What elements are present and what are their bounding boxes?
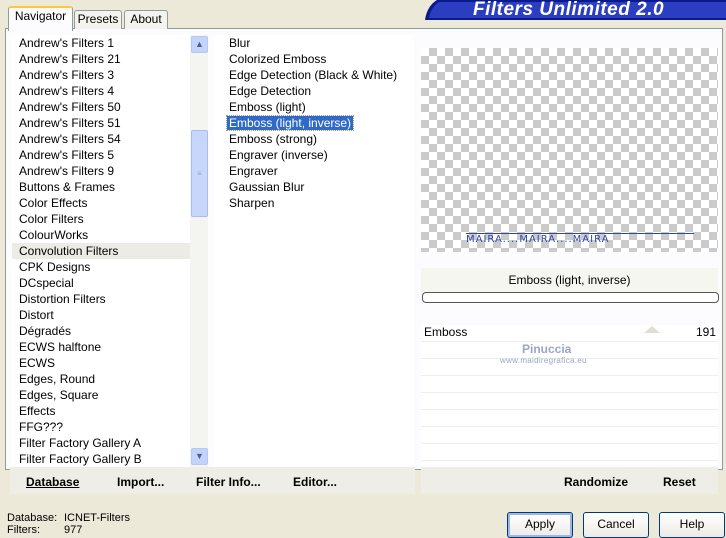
credit-name: Pinuccia — [522, 342, 572, 356]
tab-about[interactable]: About — [124, 10, 168, 29]
parameter-row — [421, 444, 718, 461]
category-item[interactable]: Andrew's Filters 54 — [12, 131, 190, 147]
database-label: Database — [26, 475, 80, 489]
left-toolbar: Database Import... Filter Info... Editor… — [10, 467, 415, 494]
help-button[interactable]: Help — [659, 512, 725, 538]
filter-list[interactable]: Blur Colorized Emboss Edge Detection (Blac… — [214, 35, 414, 467]
import-button[interactable]: Import... — [117, 475, 164, 489]
category-item[interactable]: FFG??? — [12, 419, 190, 435]
filter-item-label: Edge Detection — [229, 84, 312, 98]
filter-item[interactable]: Gaussian Blur — [214, 179, 414, 195]
filter-item-label: Edge Detection (Black & White) — [229, 68, 398, 82]
status-database: Database: ICNET-Filters — [7, 512, 130, 524]
category-item[interactable]: Andrew's Filters 9 — [12, 163, 190, 179]
reset-button[interactable]: Reset — [663, 475, 696, 489]
category-item[interactable]: Effects — [12, 403, 190, 419]
status-filters-value: 977 — [64, 524, 83, 536]
scroll-down-button[interactable]: ▼ — [191, 448, 208, 465]
right-toolbar: Randomize Reset — [421, 467, 718, 494]
parameter-row[interactable]: Emboss 191 — [421, 325, 718, 342]
category-item[interactable]: Distort — [12, 307, 190, 323]
apply-button[interactable]: Apply — [507, 512, 573, 538]
category-item[interactable]: ColourWorks — [12, 227, 190, 243]
parameter-row — [421, 376, 718, 393]
filter-item-label: Emboss (strong) — [229, 132, 318, 146]
filter-item[interactable]: Edge Detection (Black & White) — [214, 67, 414, 83]
filter-item[interactable]: Engraver (inverse) — [214, 147, 414, 163]
filter-item-label: Emboss (light) — [229, 100, 306, 114]
category-item[interactable]: Andrew's Filters 4 — [12, 83, 190, 99]
filter-item-label: Emboss (light, inverse) — [225, 115, 355, 131]
status-filters: Filters: 977 — [7, 524, 82, 536]
database-button[interactable]: Database — [26, 475, 79, 489]
category-item[interactable]: Andrew's Filters 50 — [12, 99, 190, 115]
filter-item[interactable]: Emboss (light, inverse) — [214, 115, 414, 131]
category-item[interactable]: Distortion Filters — [12, 291, 190, 307]
filter-item-label: Engraver — [229, 164, 278, 178]
status-database-value: ICNET-Filters — [64, 512, 130, 524]
filter-item-label: Engraver (inverse) — [229, 148, 328, 162]
category-item[interactable]: Convolution Filters — [12, 243, 190, 259]
category-item[interactable]: Edges, Square — [12, 387, 190, 403]
category-item[interactable]: DCspecial — [12, 275, 190, 291]
category-item[interactable]: CPK Designs — [12, 259, 190, 275]
category-item[interactable]: Andrew's Filters 21 — [12, 51, 190, 67]
filter-info-button[interactable]: Filter Info... — [196, 475, 261, 489]
category-item[interactable]: Andrew's Filters 51 — [12, 115, 190, 131]
progress-bar — [422, 292, 719, 303]
category-item[interactable]: Edges, Round — [12, 371, 190, 387]
app-title: Filters Unlimited 2.0 — [473, 0, 665, 20]
randomize-button[interactable]: Randomize — [564, 475, 628, 489]
status-filters-label: Filters: — [7, 524, 40, 536]
parameter-row — [421, 410, 718, 427]
category-item[interactable]: Color Filters — [12, 211, 190, 227]
parameter-row — [421, 393, 718, 410]
category-list[interactable]: Andrew's Filters 1 Andrew's Filters 21 And… — [12, 35, 190, 467]
parameter-value: 191 — [695, 325, 716, 339]
credit-url: www.maidiregrafica.eu — [500, 356, 587, 365]
filter-item[interactable]: Engraver — [214, 163, 414, 179]
category-item[interactable]: Color Effects — [12, 195, 190, 211]
filter-item-label: Colorized Emboss — [229, 52, 327, 66]
category-scrollbar[interactable]: ▲ ≡ ▼ — [190, 35, 208, 467]
category-item[interactable]: Andrew's Filters 1 — [12, 35, 190, 51]
filter-item[interactable]: Emboss (light) — [214, 99, 414, 115]
category-item[interactable]: ECWS halftone — [12, 339, 190, 355]
filter-item[interactable]: Emboss (strong) — [214, 131, 414, 147]
filter-item-label: Sharpen — [229, 196, 275, 210]
filter-item[interactable]: Sharpen — [214, 195, 414, 211]
category-item[interactable]: ECWS — [12, 355, 190, 371]
app-banner: Filters Unlimited 2.0 — [425, 0, 726, 20]
scroll-up-button[interactable]: ▲ — [191, 36, 208, 53]
filter-item[interactable]: Edge Detection — [214, 83, 414, 99]
category-item[interactable]: Andrew's Filters 5 — [12, 147, 190, 163]
category-item[interactable]: Filter Factory Gallery A — [12, 435, 190, 451]
filter-item-label: Blur — [229, 36, 251, 50]
editor-button[interactable]: Editor... — [293, 475, 337, 489]
category-item[interactable]: Filter Factory Gallery B — [12, 451, 190, 467]
scroll-thumb[interactable]: ≡ — [191, 130, 208, 217]
preview-area: MAIRA....MAIRA....MAIRA — [421, 48, 718, 252]
tab-navigator[interactable]: Navigator — [8, 6, 73, 31]
tab-presets[interactable]: Presets — [74, 10, 122, 29]
slider-marker[interactable] — [644, 326, 660, 333]
current-filter-name: Emboss (light, inverse) — [421, 268, 718, 292]
filter-item[interactable]: Blur — [214, 35, 414, 51]
status-database-label: Database: — [7, 512, 58, 524]
category-item[interactable]: Dégradés — [12, 323, 190, 339]
filter-item-label: Gaussian Blur — [229, 180, 305, 194]
category-item[interactable]: Andrew's Filters 3 — [12, 67, 190, 83]
parameter-name: Emboss — [424, 325, 468, 339]
filter-item[interactable]: Colorized Emboss — [214, 51, 414, 67]
preview-watermark: MAIRA....MAIRA....MAIRA — [466, 234, 610, 245]
category-item[interactable]: Buttons & Frames — [12, 179, 190, 195]
parameter-row — [421, 427, 718, 444]
cancel-button[interactable]: Cancel — [583, 512, 649, 538]
